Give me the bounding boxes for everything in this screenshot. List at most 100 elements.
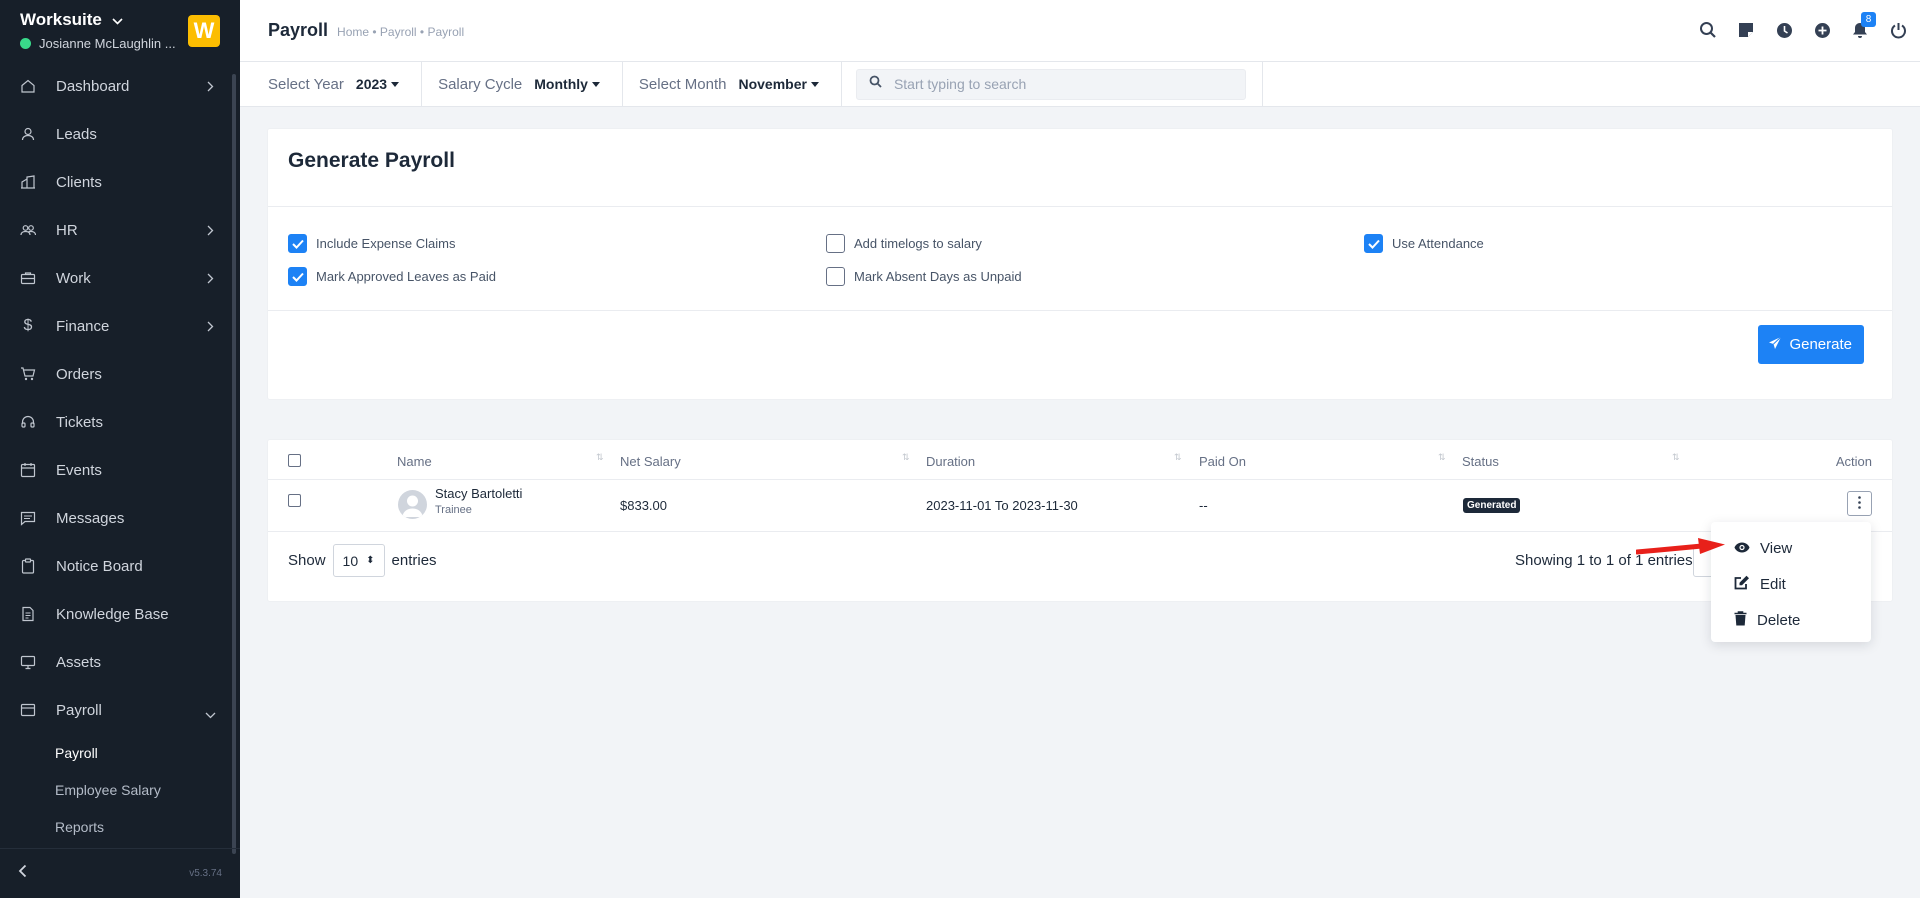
notifications-bell-icon[interactable]: 8: [1850, 12, 1876, 40]
option-use-attendance[interactable]: Use Attendance: [1364, 234, 1484, 253]
sidebar-subitem-payroll[interactable]: Payroll: [0, 734, 232, 771]
brand: Worksuite Josianne McLaughlin ... W: [0, 0, 240, 62]
select-all-checkbox[interactable]: [288, 454, 301, 467]
sidebar-item-clients[interactable]: Clients: [0, 158, 232, 206]
year-filter[interactable]: Select Year 2023: [240, 61, 423, 107]
home-icon: [20, 78, 36, 94]
sidebar-item-events[interactable]: Events: [0, 446, 232, 494]
sidebar-item-label: Clients: [56, 173, 102, 191]
search-input[interactable]: [893, 76, 1234, 92]
collapse-sidebar-icon[interactable]: [18, 864, 27, 883]
sidebar-item-label: Finance: [56, 317, 110, 335]
sidebar-item-tickets[interactable]: Tickets: [0, 398, 232, 446]
headset-icon: [20, 414, 36, 430]
menu-item-edit[interactable]: Edit: [1711, 566, 1871, 602]
sidebar-item-payroll[interactable]: Payroll: [0, 686, 232, 734]
caret-down-icon: [810, 81, 819, 87]
month-filter-label: Select Month: [638, 75, 727, 93]
sort-icon[interactable]: ⇅: [596, 452, 604, 463]
sidebar-item-notice-board[interactable]: Notice Board: [0, 542, 232, 590]
clock-icon[interactable]: [1774, 20, 1794, 40]
option-label: Add timelogs to salary: [854, 236, 982, 251]
power-icon[interactable]: [1888, 20, 1908, 40]
sidebar-subitem-reports[interactable]: Reports: [0, 808, 232, 845]
sidebar-item-orders[interactable]: Orders: [0, 350, 232, 398]
column-header-name[interactable]: Name: [397, 454, 432, 469]
search-icon: [869, 75, 882, 93]
search-box[interactable]: [855, 68, 1246, 100]
search-wrap: [842, 61, 1263, 107]
column-header-duration[interactable]: Duration: [926, 454, 975, 469]
employee-name-link[interactable]: Stacy Bartoletti: [435, 486, 522, 501]
sidebar-nav: Dashboard Leads Clients HR Work $ Financ…: [0, 62, 232, 845]
column-header-paid-on[interactable]: Paid On: [1199, 454, 1246, 469]
checkbox-unchecked-icon[interactable]: [826, 234, 845, 253]
row-action-menu-button[interactable]: [1847, 491, 1872, 516]
option-add-timelogs[interactable]: Add timelogs to salary: [826, 234, 982, 253]
sidebar-item-label: Knowledge Base: [56, 605, 169, 623]
salary-cycle-filter[interactable]: Salary Cycle Monthly: [422, 61, 623, 107]
more-vertical-icon: [1858, 495, 1861, 512]
sidebar-item-label: HR: [56, 221, 78, 239]
column-header-status[interactable]: Status: [1462, 454, 1499, 469]
sidebar-item-leads[interactable]: Leads: [0, 110, 232, 158]
sidebar-item-knowledge-base[interactable]: Knowledge Base: [0, 590, 232, 638]
people-icon: [20, 222, 36, 238]
sidebar-scrollbar[interactable]: [232, 74, 236, 854]
filter-bar: Select Year 2023 Salary Cycle Monthly Se…: [240, 61, 1920, 107]
sort-icon[interactable]: ⇅: [1174, 452, 1182, 463]
clipboard-icon: [20, 558, 36, 574]
menu-item-view[interactable]: View: [1711, 530, 1871, 566]
table-header-row: Name ⇅ Net Salary ⇅ Duration ⇅ Paid On ⇅…: [268, 440, 1892, 480]
option-mark-absent-days[interactable]: Mark Absent Days as Unpaid: [826, 267, 1022, 286]
sidebar-item-assets[interactable]: Assets: [0, 638, 232, 686]
sort-icon[interactable]: ⇅: [902, 452, 910, 463]
breadcrumb: Home • Payroll • Payroll: [337, 24, 465, 39]
option-include-expense-claims[interactable]: Include Expense Claims: [288, 234, 455, 253]
row-action-dropdown: View Edit Delete: [1711, 522, 1871, 642]
sidebar-item-hr[interactable]: HR: [0, 206, 232, 254]
entries-select[interactable]: 10 ⬍: [332, 544, 385, 577]
show-label: Show: [288, 552, 326, 569]
salary-cycle-value[interactable]: Monthly: [534, 76, 588, 92]
sidebar-item-messages[interactable]: Messages: [0, 494, 232, 542]
company-logo[interactable]: W: [188, 15, 220, 47]
sidebar-item-label: Messages: [56, 509, 125, 527]
sidebar: Worksuite Josianne McLaughlin ... W Dash…: [0, 0, 240, 898]
month-filter-value[interactable]: November: [738, 76, 806, 92]
notification-count-badge: 8: [1861, 12, 1876, 27]
option-label: Mark Approved Leaves as Paid: [316, 269, 496, 284]
dollar-icon: $: [23, 317, 33, 334]
sort-icon[interactable]: ⇅: [1438, 452, 1446, 463]
checkbox-checked-icon[interactable]: [1364, 234, 1383, 253]
option-mark-approved-leaves[interactable]: Mark Approved Leaves as Paid: [288, 267, 496, 286]
user-icon: [20, 126, 36, 142]
menu-item-delete[interactable]: Delete: [1711, 602, 1871, 638]
sticky-note-icon[interactable]: [1736, 20, 1756, 40]
checkbox-unchecked-icon[interactable]: [826, 267, 845, 286]
entries-value: 10: [342, 552, 359, 569]
sidebar-item-label: Tickets: [56, 413, 103, 431]
sidebar-item-label: Assets: [56, 653, 102, 671]
month-filter[interactable]: Select Month November: [623, 61, 842, 107]
chevron-right-icon: [207, 319, 214, 336]
year-filter-value[interactable]: 2023: [356, 76, 387, 92]
sidebar-item-dashboard[interactable]: Dashboard: [0, 62, 232, 110]
sidebar-item-finance[interactable]: $ Finance: [0, 302, 232, 350]
checkbox-checked-icon[interactable]: [288, 234, 307, 253]
sort-icon[interactable]: ⇅: [1672, 452, 1680, 463]
checkbox-checked-icon[interactable]: [288, 267, 307, 286]
sidebar-item-work[interactable]: Work: [0, 254, 232, 302]
annotation-arrow-icon: [1636, 538, 1725, 555]
option-label: Include Expense Claims: [316, 236, 456, 251]
add-circle-icon[interactable]: [1812, 20, 1832, 40]
sidebar-item-label: Leads: [56, 125, 97, 143]
row-checkbox[interactable]: [288, 494, 301, 507]
generate-button[interactable]: Generate: [1758, 325, 1864, 364]
sidebar-item-label: Work: [56, 269, 91, 287]
page-title: Payroll: [268, 20, 329, 40]
search-icon[interactable]: [1698, 20, 1718, 40]
generate-payroll-title: Generate Payroll: [268, 129, 1892, 207]
column-header-net-salary[interactable]: Net Salary: [620, 454, 681, 469]
sidebar-subitem-employee-salary[interactable]: Employee Salary: [0, 771, 232, 808]
